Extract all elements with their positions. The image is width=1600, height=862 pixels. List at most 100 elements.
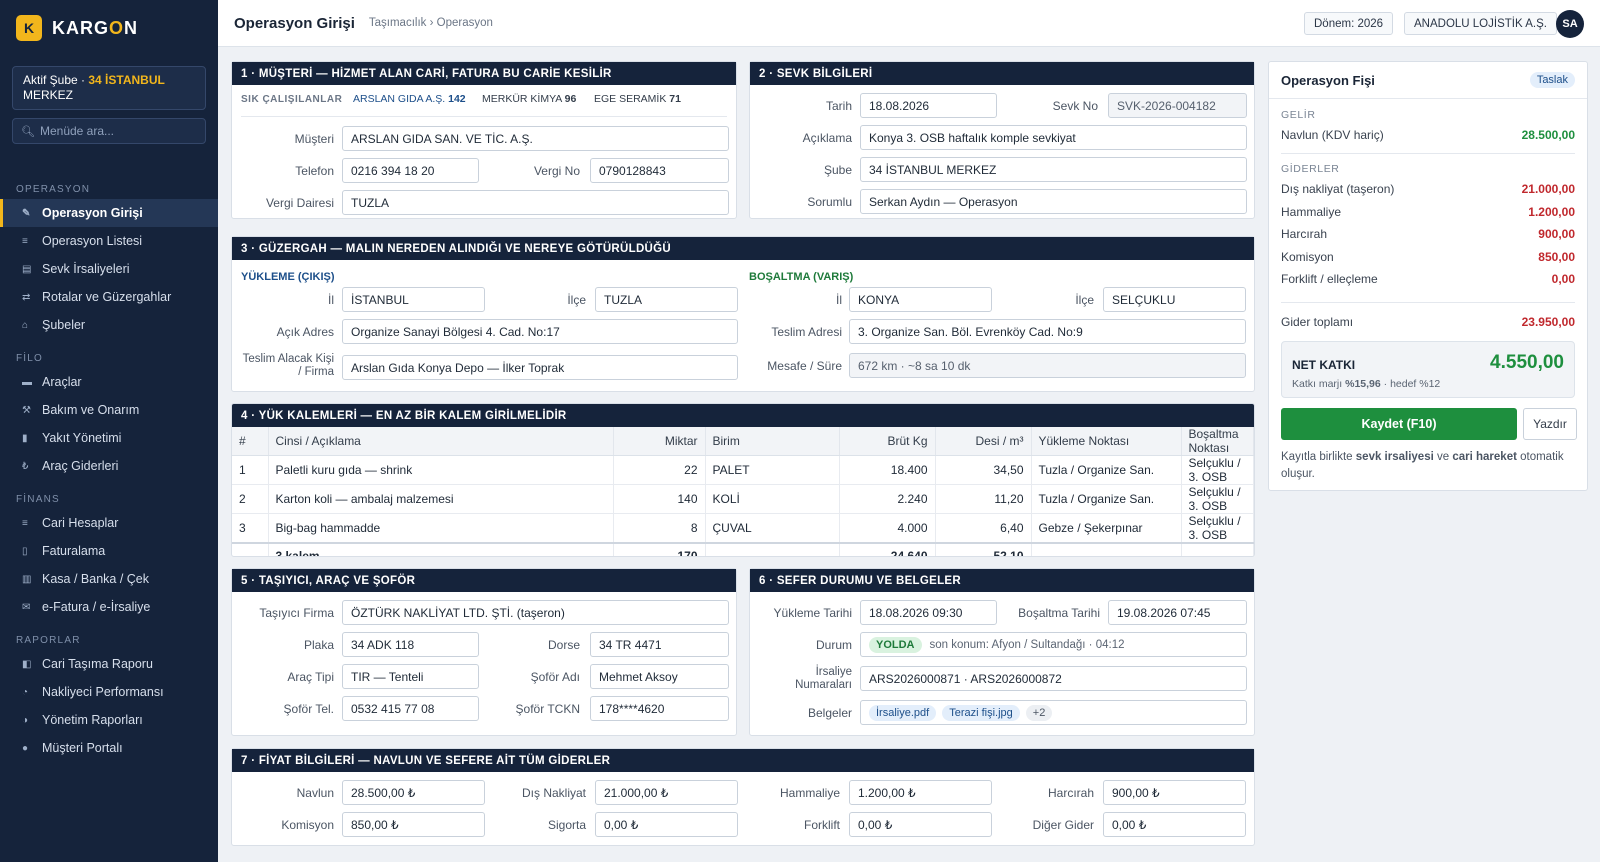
sidebar-item-yonetim-raporlari[interactable]: ◑ Yönetim Raporları xyxy=(0,706,218,734)
sidebar-item-arac-giderleri[interactable]: ₺ Araç Giderleri xyxy=(0,452,218,480)
waybill-numbers-field[interactable]: ARS2026000871 · ARS2026000872 xyxy=(860,666,1247,691)
frequent-customer[interactable]: EGE SERAMİK 71 xyxy=(594,93,681,105)
breadcrumb[interactable]: Taşımacılık › Operasyon xyxy=(369,17,493,29)
sidebar-item-rotalar-ve-guzergahlar[interactable]: ⇄ Rotalar ve Güzergahlar xyxy=(0,283,218,311)
table-cell[interactable]: 22 xyxy=(613,455,706,485)
driver-tckn-field[interactable]: 178****4620 xyxy=(590,696,729,721)
sidebar-item-subeler[interactable]: ⌂ Şubeler xyxy=(0,311,218,339)
branch-select[interactable]: 34 İSTANBUL MERKEZ xyxy=(860,157,1247,182)
table-cell[interactable]: ÇUVAL xyxy=(705,513,840,544)
trailer-field[interactable]: 34 TR 4471 xyxy=(590,632,729,657)
column-header[interactable]: Desi / m³ xyxy=(935,427,1032,456)
table-cell[interactable]: 34,50 xyxy=(935,455,1032,485)
sidebar-item-faturalama[interactable]: ▯ Faturalama xyxy=(0,537,218,565)
sidebar-item-bakim-ve-onarim[interactable]: ⚒ Bakım ve Onarım xyxy=(0,396,218,424)
navlun-price-field[interactable]: 28.500,00 ₺ xyxy=(342,780,485,805)
table-cell[interactable]: PALET xyxy=(705,455,840,485)
table-cell[interactable]: 18.400 xyxy=(839,455,936,485)
document-chip[interactable]: İrsaliye.pdf xyxy=(869,704,937,721)
table-cell[interactable]: 140 xyxy=(613,484,706,514)
date-field[interactable]: 18.08.2026 xyxy=(860,93,997,118)
table-cell[interactable]: 6,40 xyxy=(935,513,1032,544)
driver-field[interactable]: Mehmet Aksoy xyxy=(590,664,729,689)
save-button[interactable]: Kaydet (F10) xyxy=(1281,408,1517,440)
sidebar-item-araclar[interactable]: ▬ Araçlar xyxy=(0,368,218,396)
more-documents-chip[interactable]: +2 xyxy=(1025,704,1053,721)
vehicle-type-select[interactable]: TIR — Tenteli xyxy=(342,664,479,689)
table-cell[interactable]: Selçuklu / 3. OSB xyxy=(1181,513,1254,544)
table-row[interactable]: 2 Karton koli — ambalaj malzemesi 140 KOLİ 2… xyxy=(232,484,1254,514)
table-cell[interactable]: 4.000 xyxy=(839,513,936,544)
table-cell[interactable]: 2 xyxy=(232,484,269,514)
responsible-select[interactable]: Serkan Aydın — Operasyon xyxy=(860,189,1247,214)
status-field[interactable]: YOLDA son konum: Afyon / Sultandağı · 04… xyxy=(860,632,1247,657)
table-cell[interactable]: 1 xyxy=(232,455,269,485)
sidebar-item-kasa-banka-cek[interactable]: ▥ Kasa / Banka / Çek xyxy=(0,565,218,593)
unloading-province-field[interactable]: KONYA xyxy=(849,287,992,312)
tax-office-field[interactable]: TUZLA xyxy=(342,190,729,215)
unloading-district-field[interactable]: SELÇUKLU xyxy=(1103,287,1246,312)
column-header[interactable]: Brüt Kg xyxy=(839,427,936,456)
table-cell[interactable]: Big-bag hammadde xyxy=(268,513,614,544)
table-cell[interactable]: Tuzla / Organize San. xyxy=(1031,455,1182,485)
menu-search-input[interactable]: 🔍︎ Menüde ara... xyxy=(12,118,206,144)
carrier-field[interactable]: ÖZTÜRK NAKLİYAT LTD. ŞTİ. (taşeron) xyxy=(342,600,729,625)
sidebar-item-cari-tasima-raporu[interactable]: ◧ Cari Taşıma Raporu xyxy=(0,650,218,678)
unloading-date-field[interactable]: 19.08.2026 07:45 xyxy=(1108,600,1247,625)
table-cell[interactable]: 8 xyxy=(613,513,706,544)
table-row[interactable]: 3 Big-bag hammadde 8 ÇUVAL 4.000 6,40 Gebze / … xyxy=(232,513,1254,544)
frequent-customer[interactable]: ARSLAN GIDA A.Ş. 142 xyxy=(353,93,466,105)
documents-field[interactable]: İrsaliye.pdf Terazi fişi.jpg +2 xyxy=(860,700,1247,725)
unloading-address-field[interactable]: 3. Organize San. Böl. Evrenköy Cad. No:9 xyxy=(849,319,1246,344)
company-selector[interactable]: ANADOLU LOJİSTİK A.Ş. xyxy=(1404,12,1557,35)
loading-date-field[interactable]: 18.08.2026 09:30 xyxy=(860,600,997,625)
period-selector[interactable]: Dönem: 2026 xyxy=(1304,12,1394,35)
diger-gider-price-field[interactable]: 0,00 ₺ xyxy=(1103,812,1246,837)
column-header[interactable]: Birim xyxy=(705,427,840,456)
forklift-price-field[interactable]: 0,00 ₺ xyxy=(849,812,992,837)
table-cell[interactable]: Karton koli — ambalaj malzemesi xyxy=(268,484,614,514)
description-field[interactable]: Konya 3. OSB haftalık komple sevkiyat xyxy=(860,125,1247,150)
sidebar-item-cari-hesaplar[interactable]: ≡ Cari Hesaplar xyxy=(0,509,218,537)
table-cell[interactable]: Tuzla / Organize San. xyxy=(1031,484,1182,514)
sidebar-item-e-fatura-e-irsaliye[interactable]: ✉ e-Fatura / e-İrsaliye xyxy=(0,593,218,621)
document-chip[interactable]: Terazi fişi.jpg xyxy=(942,704,1020,721)
sidebar-item-operasyon-girisi[interactable]: ✎ Operasyon Girişi xyxy=(0,199,218,227)
loading-province-field[interactable]: İSTANBUL xyxy=(342,287,485,312)
sidebar-item-sevk-irsaliyeleri[interactable]: ▤ Sevk İrsaliyeleri xyxy=(0,255,218,283)
customer-field[interactable]: ARSLAN GIDA SAN. VE TİC. A.Ş. xyxy=(342,126,729,151)
table-cell[interactable]: Gebze / Şekerpınar xyxy=(1031,513,1182,544)
active-branch-selector[interactable]: Aktif Şube · 34 İSTANBUL MERKEZ xyxy=(12,66,206,110)
tax-no-field[interactable]: 0790128843 xyxy=(590,158,729,183)
hammaliye-price-field[interactable]: 1.200,00 ₺ xyxy=(849,780,992,805)
print-button[interactable]: Yazdır xyxy=(1523,408,1577,440)
table-cell[interactable]: 2.240 xyxy=(839,484,936,514)
sidebar-item-operasyon-listesi[interactable]: ≡ Operasyon Listesi xyxy=(0,227,218,255)
sidebar-item-nakliyeci-performansi[interactable]: ◔ Nakliyeci Performansı xyxy=(0,678,218,706)
column-header[interactable]: Yükleme Noktası xyxy=(1031,427,1182,456)
logo[interactable]: K KARGON xyxy=(0,0,218,56)
loading-address-field[interactable]: Organize Sanayi Bölgesi 4. Cad. No:17 xyxy=(342,319,738,344)
table-row[interactable]: 1 Paletli kuru gıda — shrink 22 PALET 18.400… xyxy=(232,455,1254,485)
avatar[interactable]: SA xyxy=(1556,10,1584,38)
table-cell[interactable]: Selçuklu / 3. OSB xyxy=(1181,484,1254,514)
column-header[interactable]: Boşaltma Noktası xyxy=(1181,427,1254,456)
komisyon-price-field[interactable]: 850,00 ₺ xyxy=(342,812,485,837)
sidebar-item-yakit-yonetimi[interactable]: ▮ Yakıt Yönetimi xyxy=(0,424,218,452)
column-header[interactable]: Cinsi / Açıklama xyxy=(268,427,614,456)
plate-field[interactable]: 34 ADK 118 xyxy=(342,632,479,657)
table-cell[interactable]: Selçuklu / 3. OSB xyxy=(1181,455,1254,485)
frequent-customer[interactable]: MERKÜR KİMYA 96 xyxy=(482,93,576,105)
table-cell[interactable]: 3 xyxy=(232,513,269,544)
column-header[interactable]: # xyxy=(232,427,269,456)
receiver-field[interactable]: Arslan Gıda Konya Depo — İlker Toprak xyxy=(342,355,738,380)
phone-field[interactable]: 0216 394 18 20 xyxy=(342,158,479,183)
table-cell[interactable]: KOLİ xyxy=(705,484,840,514)
column-header[interactable]: Miktar xyxy=(613,427,706,456)
table-cell[interactable]: Paletli kuru gıda — shrink xyxy=(268,455,614,485)
harcirah-price-field[interactable]: 900,00 ₺ xyxy=(1103,780,1246,805)
sigorta-price-field[interactable]: 0,00 ₺ xyxy=(595,812,738,837)
loading-district-field[interactable]: TUZLA xyxy=(595,287,738,312)
sidebar-item-musteri-portali[interactable]: ● Müşteri Portalı xyxy=(0,734,218,762)
dis-nakliyat-price-field[interactable]: 21.000,00 ₺ xyxy=(595,780,738,805)
